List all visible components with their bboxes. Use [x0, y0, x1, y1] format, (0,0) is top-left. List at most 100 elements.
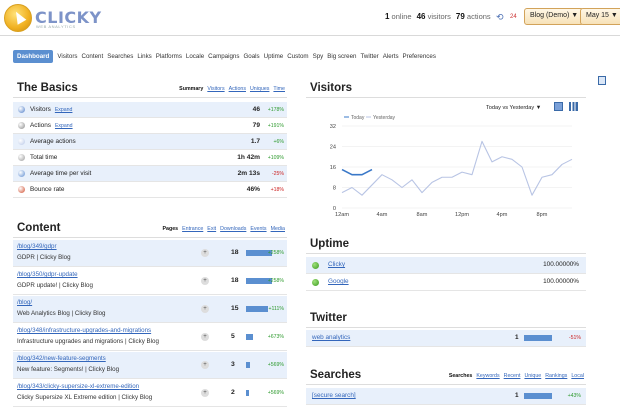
basics-row-icon — [18, 122, 25, 129]
sidebar-toggle-icon[interactable] — [598, 76, 606, 85]
content-count: 18 — [231, 249, 239, 256]
uptime-site-link[interactable]: Google — [328, 278, 349, 285]
add-segment-icon[interactable]: + — [201, 249, 209, 257]
nav-item-content[interactable]: Content — [82, 53, 104, 60]
basics-row-value: 1h 42m — [237, 154, 260, 161]
content-count: 3 — [231, 361, 235, 368]
content-row: /blog/343/clicky-supersize-xl-extreme-ed… — [13, 380, 287, 407]
basics-tab-time[interactable]: Time — [273, 86, 285, 92]
basics-row-icon — [18, 186, 25, 193]
top-bar: CLICKY WEB ANALYTICS 1 online 46 visitor… — [0, 0, 620, 36]
content-change: +569% — [267, 362, 284, 368]
uptime-row-clicky: Clicky 100.00000% — [306, 257, 586, 274]
online-stat[interactable]: 1 online — [385, 12, 412, 21]
date-selector[interactable]: May 15 ▼ — [580, 8, 620, 25]
nav-item-big-screen[interactable]: Big screen — [327, 53, 356, 60]
nav-item-visitors[interactable]: Visitors — [57, 53, 77, 60]
nav-item-links[interactable]: Links — [137, 53, 151, 60]
refresh-icon[interactable]: ⟲ — [496, 12, 504, 23]
content-url-link[interactable]: /blog/350/gdpr-update — [17, 271, 78, 278]
content-bar — [246, 334, 253, 340]
live-24-icon[interactable]: 24 — [510, 14, 517, 20]
x-tick-label: 8pm — [537, 212, 548, 218]
basics-tab-visitors[interactable]: Visitors — [207, 86, 224, 92]
content-change: +673% — [267, 334, 284, 340]
visitors-line-chart: 3224168012am 4am 8am 12pm 4pm 8pmToday Yesterd… — [330, 115, 573, 218]
add-segment-icon[interactable]: + — [201, 389, 209, 397]
nav-item-campaigns[interactable]: Campaigns — [208, 53, 239, 60]
site-selector[interactable]: Blog (Demo) ▼ — [524, 8, 585, 25]
searches-tab-searches[interactable]: Searches — [449, 373, 473, 379]
twitter-term[interactable]: web analytics — [312, 334, 350, 341]
content-bar — [246, 390, 249, 396]
twitter-row[interactable]: web analytics 1 -51% — [306, 330, 586, 347]
content-tabs: Pages Entrance Exit Downloads Events Media — [162, 226, 285, 232]
content-page-title: GDPR | Clicky Blog — [17, 254, 71, 261]
header-stats: 1 online 46 visitors 79 actions — [385, 12, 491, 21]
nav-item-alerts[interactable]: Alerts — [383, 53, 399, 60]
basics-row-average-actions: Average actions 1.7 +6% — [13, 134, 287, 150]
search-row[interactable]: [secure search] 1 +43% — [306, 388, 586, 405]
nav-item-locale[interactable]: Locale — [186, 53, 204, 60]
content-url-link[interactable]: /blog/342/new-feature-segments — [17, 355, 106, 362]
content-change: +258% — [267, 278, 284, 284]
searches-tab-unique[interactable]: Unique — [524, 373, 541, 379]
expand-link[interactable]: Expand — [55, 107, 73, 113]
nav-item-custom[interactable]: Custom — [287, 53, 308, 60]
searches-tab-keywords[interactable]: Keywords — [476, 373, 499, 379]
legend-label: Yesterday — [373, 115, 396, 121]
content-tab-exit[interactable]: Exit — [207, 226, 216, 232]
search-term[interactable]: [secure search] — [312, 392, 356, 399]
content-bar — [246, 306, 268, 312]
searches-header: Searches Searches Keywords Recent Unique Ran… — [306, 367, 586, 385]
expand-link[interactable]: Expand — [55, 123, 73, 129]
searches-tab-local[interactable]: Local — [571, 373, 584, 379]
series-line-today — [341, 168, 373, 176]
series-line-yesterday — [341, 140, 573, 196]
add-segment-icon[interactable]: + — [201, 333, 209, 341]
nav-item-searches[interactable]: Searches — [107, 53, 133, 60]
searches-tab-rankings[interactable]: Rankings — [545, 373, 567, 379]
content-url-link[interactable]: /blog/348/infrastructure-upgrades-and-mi… — [17, 327, 151, 334]
add-segment-icon[interactable]: + — [201, 277, 209, 285]
basics-tab-actions[interactable]: Actions — [229, 86, 246, 92]
content-tab-media[interactable]: Media — [271, 226, 285, 232]
basics-row-value: 2m 13s — [237, 170, 260, 177]
basics-row-value: 46% — [246, 186, 260, 193]
content-tab-entrance[interactable]: Entrance — [182, 226, 203, 232]
searches-tab-recent[interactable]: Recent — [504, 373, 521, 379]
content-row: /blog/350/gdpr-update GDPR update! | Clic… — [13, 268, 287, 295]
content-page-title: Web Analytics Blog | Clicky Blog — [17, 310, 106, 317]
nav-item-uptime[interactable]: Uptime — [264, 53, 284, 60]
basics-tab-uniques[interactable]: Uniques — [250, 86, 269, 92]
content-tab-pages[interactable]: Pages — [162, 226, 178, 232]
uptime-title: Uptime — [310, 238, 349, 250]
content-url-link[interactable]: /blog/343/clicky-supersize-xl-extreme-ed… — [17, 383, 139, 390]
twitter-header: Twitter — [306, 310, 586, 328]
content-url-link[interactable]: /blog/349/gdpr — [17, 243, 57, 250]
add-segment-icon[interactable]: + — [201, 361, 209, 369]
nav-item-platforms[interactable]: Platforms — [156, 53, 182, 60]
nav-item-spy[interactable]: Spy — [313, 53, 324, 60]
content-page-title: New feature: Segments! | Clicky Blog — [17, 366, 120, 373]
add-segment-icon[interactable]: + — [201, 305, 209, 313]
nav-item-dashboard[interactable]: Dashboard — [13, 50, 54, 63]
basics-row-value: 46 — [252, 106, 260, 113]
uptime-panel: Uptime Clicky 100.00000% Google 100.00000% — [306, 236, 586, 294]
content-tab-downloads[interactable]: Downloads — [220, 226, 246, 232]
content-page-title: GDPR update! | Clicky Blog — [17, 282, 93, 289]
visitors-stat[interactable]: 46 visitors — [417, 12, 451, 21]
basics-tab-summary[interactable]: Summary — [179, 86, 203, 92]
content-title: Content — [17, 222, 61, 234]
nav-item-twitter[interactable]: Twitter — [360, 53, 378, 60]
status-up-icon — [312, 278, 319, 286]
searches-title: Searches — [310, 369, 362, 381]
content-url-link[interactable]: /blog/ — [17, 299, 32, 306]
uptime-site-link[interactable]: Clicky — [328, 261, 345, 268]
actions-stat[interactable]: 79 actions — [456, 12, 491, 21]
content-tab-events[interactable]: Events — [250, 226, 266, 232]
twitter-title: Twitter — [310, 312, 347, 324]
nav-item-goals[interactable]: Goals — [243, 53, 259, 60]
nav-item-preferences[interactable]: Preferences — [403, 53, 436, 60]
searches-panel: Searches Searches Keywords Recent Unique Ran… — [306, 367, 586, 409]
